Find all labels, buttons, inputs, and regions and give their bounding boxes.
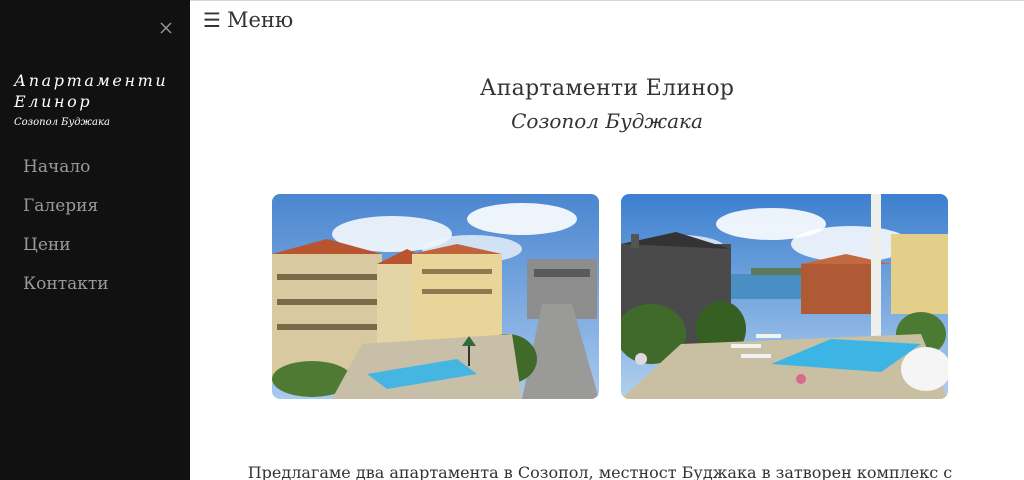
sidebar: Апартаменти Елинор Созопол Буджака Начал…: [0, 0, 190, 480]
brand-title: Апартаменти Елинор: [14, 71, 169, 111]
header-divider: [190, 0, 1024, 1]
sidebar-brand[interactable]: Апартаменти Елинор Созопол Буджака: [14, 70, 184, 128]
sidebar-nav: Начало Галерия Цени Контакти: [23, 154, 109, 310]
page-subtitle: Созопол Буджака: [511, 109, 703, 133]
sidebar-item-home[interactable]: Начало: [23, 154, 109, 193]
brand-subtitle: Созопол Буджака: [14, 117, 110, 128]
menu-button[interactable]: ☰ Меню: [203, 8, 293, 32]
menu-label: Меню: [226, 8, 294, 32]
sea-view-pool-photo[interactable]: [621, 194, 948, 399]
sidebar-item-prices[interactable]: Цени: [23, 232, 109, 271]
close-icon[interactable]: [158, 20, 174, 36]
complex-pool-photo[interactable]: [272, 194, 599, 399]
hamburger-icon: ☰: [203, 8, 221, 32]
intro-text: Предлагаме два апартамента в Созопол, ме…: [247, 463, 953, 480]
sidebar-item-contacts[interactable]: Контакти: [23, 271, 109, 310]
page-title: Апартаменти Елинор: [479, 76, 735, 101]
sidebar-item-gallery[interactable]: Галерия: [23, 193, 109, 232]
